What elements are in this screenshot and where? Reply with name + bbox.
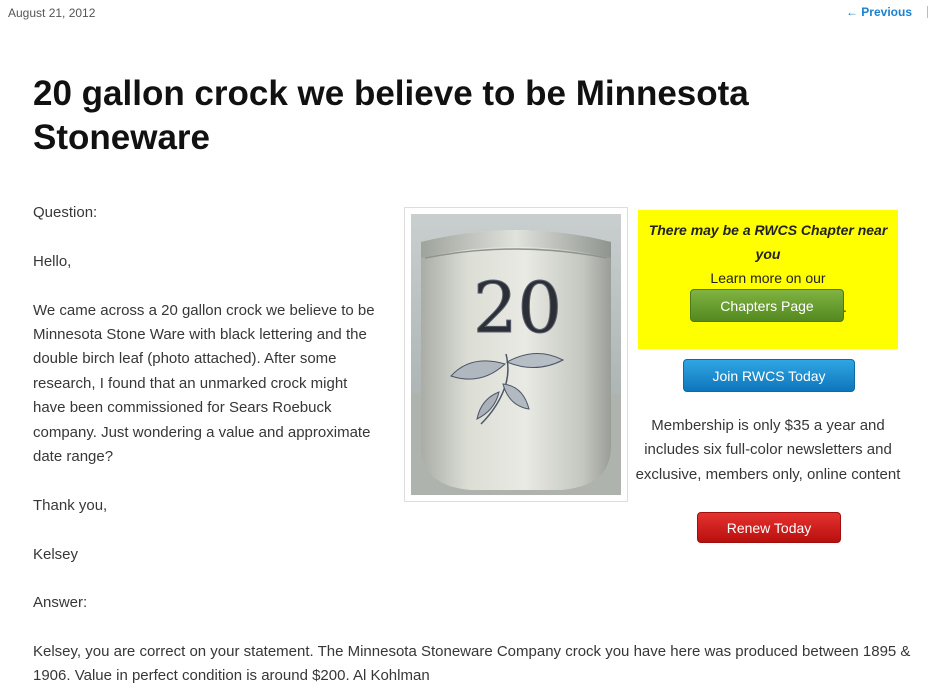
post-content: Question: Hello, We came across a 20 gal… [33,201,383,640]
renew-button[interactable]: Renew Today [697,512,841,543]
chapter-promo-text: Learn more on our [710,270,826,286]
greeting: Hello, [33,252,72,270]
chapter-promo-heading: There may be a RWCS Chapter near you [648,222,888,262]
answer-body: Kelsey, you are correct on your statemen… [33,643,911,685]
previous-post-link[interactable]: ← Previous [846,5,912,19]
nav-divider [927,6,928,18]
post-date: August 21, 2012 [8,6,96,20]
crock-photo[interactable]: 20 [404,207,628,502]
chapters-page-button[interactable]: Chapters Page [690,289,844,322]
question-body: We came across a 20 gallon crock we beli… [33,301,375,466]
sign-off: Thank you, [33,496,108,514]
post-title: 20 gallon crock we believe to be Minneso… [33,74,749,157]
crock-image: 20 [411,214,621,495]
join-rwcs-button[interactable]: Join RWCS Today [683,359,855,392]
crock-number: 20 [473,267,562,349]
answer-label: Answer: [33,594,88,612]
question-label: Question: [33,204,98,221]
promo-period: . [843,299,847,315]
membership-text: Membership is only $35 a year and includ… [635,417,901,483]
asker-name: Kelsey [33,545,79,563]
chapter-promo-box: There may be a RWCS Chapter near you Lea… [638,210,898,349]
